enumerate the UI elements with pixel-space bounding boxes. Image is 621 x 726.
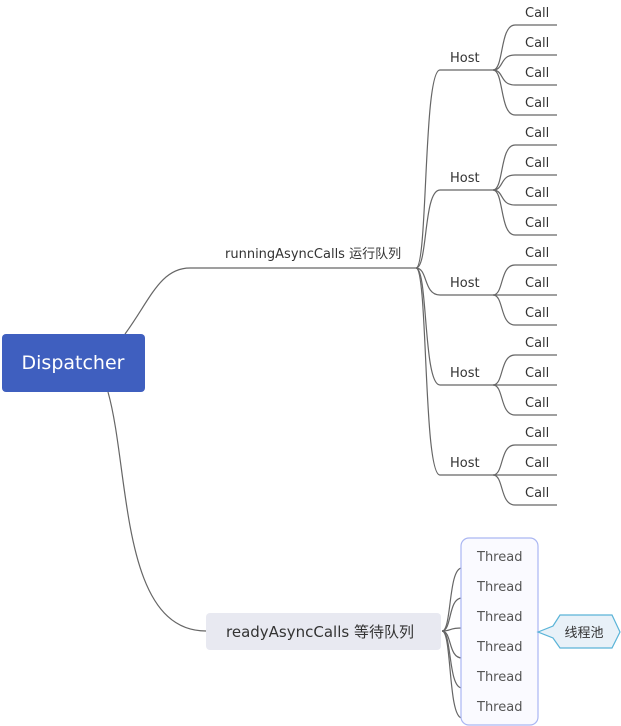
host-node[interactable]: Host xyxy=(450,276,480,291)
host-to-call-connector xyxy=(492,384,516,416)
call-node[interactable]: Call xyxy=(525,246,549,261)
call-node[interactable]: Call xyxy=(525,186,549,201)
call-node[interactable]: Call xyxy=(525,36,549,51)
host-to-call-connector xyxy=(492,69,516,116)
host-to-call-connector xyxy=(492,189,516,236)
running-queue-label[interactable]: runningAsyncCalls 运行队列 xyxy=(225,247,401,262)
call-node[interactable]: Call xyxy=(525,456,549,471)
call-node[interactable]: Call xyxy=(525,156,549,171)
root-label: Dispatcher xyxy=(22,352,125,374)
host-node[interactable]: Host xyxy=(450,456,480,471)
call-node[interactable]: Call xyxy=(525,276,549,291)
running-to-host-connector xyxy=(415,267,441,476)
host-to-call-connector xyxy=(492,294,516,326)
thread-node[interactable]: Thread xyxy=(476,550,522,565)
call-node[interactable]: Call xyxy=(525,366,549,381)
mind-map: Host Call Call Call Call Host Call Call Call Call… xyxy=(2,6,621,726)
root-to-ready-connector xyxy=(107,391,207,632)
root-to-running-connector xyxy=(124,267,191,335)
call-node[interactable]: Call xyxy=(525,96,549,111)
host-to-call-connector xyxy=(492,144,516,191)
ready-to-thread-connector xyxy=(441,567,463,632)
call-node[interactable]: Call xyxy=(525,66,549,81)
running-to-host-connector xyxy=(415,189,441,269)
call-node[interactable]: Call xyxy=(525,486,549,501)
thread-node[interactable]: Thread xyxy=(476,640,522,655)
running-to-host-connector xyxy=(415,69,441,269)
call-node[interactable]: Call xyxy=(525,426,549,441)
host-node[interactable]: Host xyxy=(450,51,480,66)
thread-pool-callout-label: 线程池 xyxy=(564,626,603,641)
call-node[interactable]: Call xyxy=(525,6,549,21)
ready-to-thread-connector xyxy=(441,630,463,689)
host-node[interactable]: Host xyxy=(450,366,480,381)
ready-to-thread-connector xyxy=(441,597,463,632)
host-to-call-connector xyxy=(492,444,516,476)
call-node[interactable]: Call xyxy=(525,126,549,141)
host-to-call-connector xyxy=(492,354,516,386)
call-node[interactable]: Call xyxy=(525,306,549,321)
host-node[interactable]: Host xyxy=(450,171,480,186)
call-node[interactable]: Call xyxy=(525,396,549,411)
thread-node[interactable]: Thread xyxy=(476,700,522,715)
thread-node[interactable]: Thread xyxy=(476,610,522,625)
call-node[interactable]: Call xyxy=(525,336,549,351)
host-to-call-connector xyxy=(492,474,516,506)
host-to-call-connector xyxy=(492,24,516,71)
thread-node[interactable]: Thread xyxy=(476,670,522,685)
ready-to-thread-connector xyxy=(441,630,463,719)
thread-pool-boundary xyxy=(460,537,539,726)
host-to-call-connector xyxy=(492,264,516,296)
ready-queue-label: readyAsyncCalls 等待队列 xyxy=(226,623,414,641)
thread-node[interactable]: Thread xyxy=(476,580,522,595)
call-node[interactable]: Call xyxy=(525,216,549,231)
